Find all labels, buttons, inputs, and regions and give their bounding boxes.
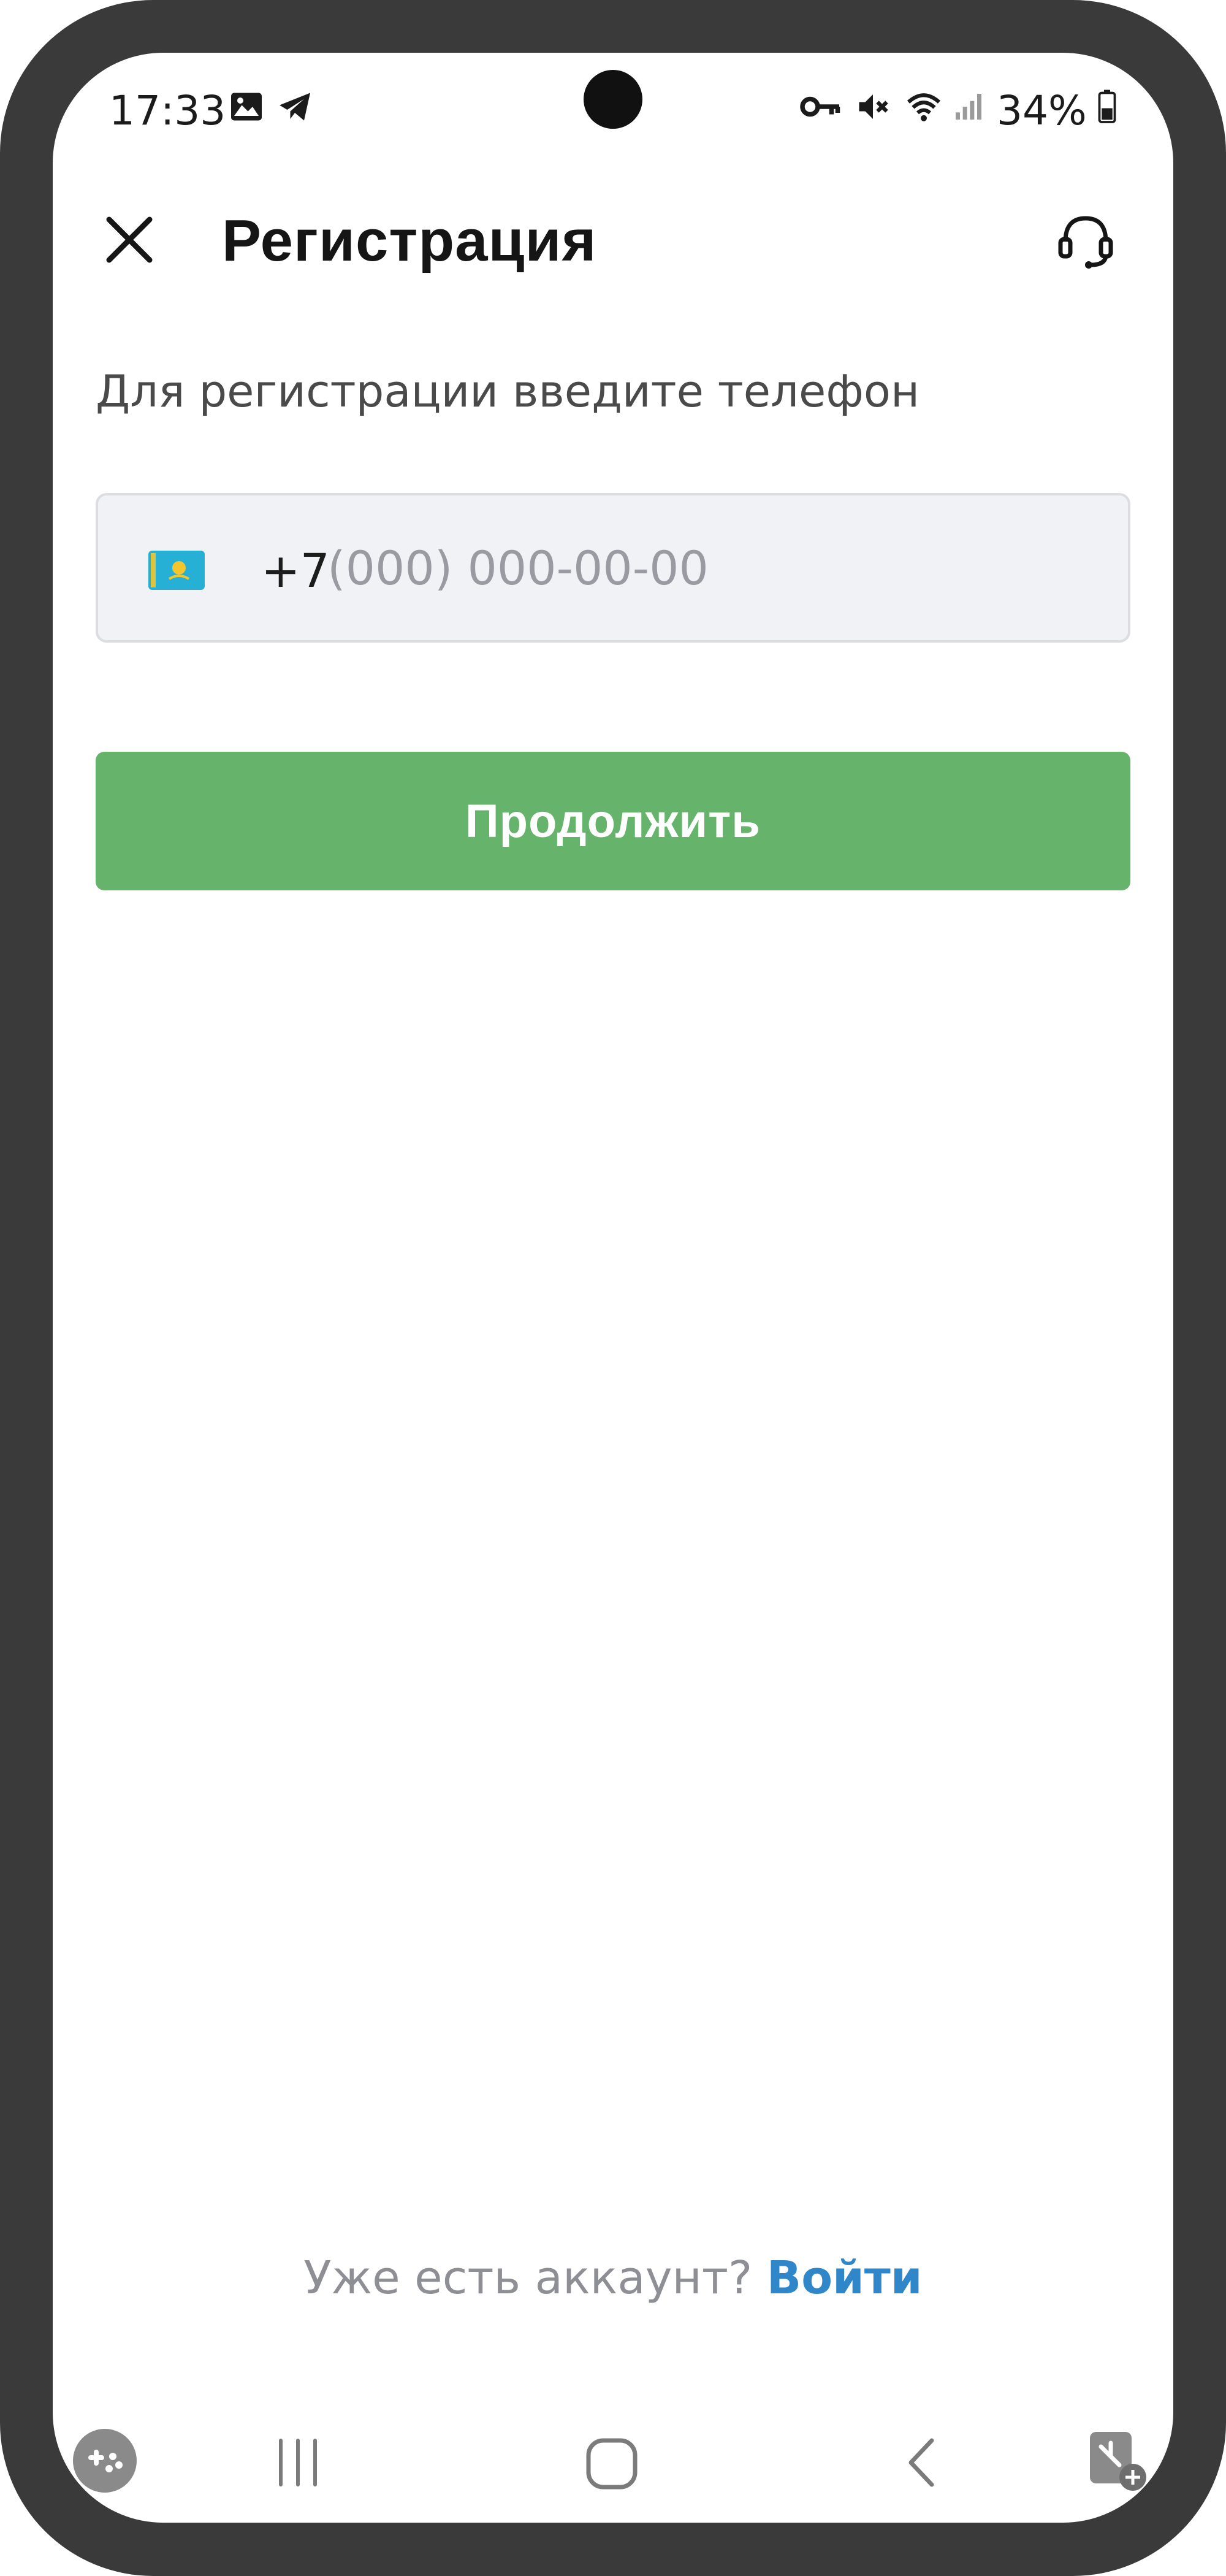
- battery-icon: [1096, 88, 1118, 128]
- page-title: Регистрация: [222, 208, 597, 273]
- support-button[interactable]: [1052, 206, 1119, 273]
- screenshot-tool-icon[interactable]: [1083, 2426, 1150, 2496]
- phone-field[interactable]: +7: [96, 493, 1130, 643]
- mute-icon: [855, 88, 891, 128]
- kazakhstan-flag-icon[interactable]: [148, 551, 205, 590]
- headset-icon: [1058, 216, 1113, 269]
- registration-instruction: Для регистрации введите телефон: [96, 365, 920, 417]
- navigation-bar: [53, 2420, 1173, 2523]
- back-icon[interactable]: [893, 2432, 954, 2496]
- game-launcher-icon[interactable]: [71, 2427, 139, 2497]
- continue-button[interactable]: Продолжить: [96, 752, 1130, 890]
- phone-frame: 17:33 34% Регистрация Для регистрации вв…: [0, 0, 1226, 2576]
- image-icon: [228, 88, 265, 128]
- battery-percentage: 34%: [997, 87, 1087, 134]
- key-icon: [799, 88, 842, 128]
- login-row: Уже есть аккаунт? Войти: [53, 2252, 1173, 2304]
- close-icon: [106, 216, 153, 263]
- phone-input[interactable]: [327, 533, 1094, 602]
- telegram-icon: [275, 88, 315, 128]
- front-camera: [584, 70, 642, 129]
- login-link[interactable]: Войти: [767, 2252, 923, 2304]
- login-prompt: Уже есть аккаунт?: [303, 2252, 753, 2304]
- screen: 17:33 34% Регистрация Для регистрации вв…: [53, 53, 1173, 2523]
- wifi-icon: [904, 88, 944, 128]
- home-icon[interactable]: [580, 2432, 644, 2498]
- recent-apps-icon[interactable]: [267, 2432, 329, 2496]
- status-time: 17:33: [109, 87, 226, 134]
- country-code: +7: [261, 543, 330, 598]
- signal-icon: [951, 88, 986, 128]
- close-button[interactable]: [96, 206, 163, 273]
- status-bar: 17:33 34%: [53, 53, 1173, 163]
